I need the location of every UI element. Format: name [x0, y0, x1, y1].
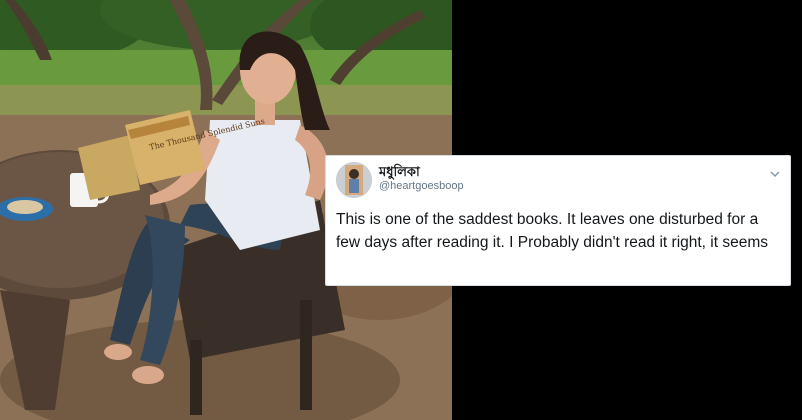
tweet-card[interactable]: মধুলিকা @heartgoesboop This is one of th…	[325, 155, 791, 286]
user-handle[interactable]: @heartgoesboop	[379, 180, 464, 192]
chevron-down-icon[interactable]	[769, 164, 781, 178]
user-avatar[interactable]	[336, 162, 372, 198]
tweet-text: This is one of the saddest books. It lea…	[336, 211, 769, 251]
